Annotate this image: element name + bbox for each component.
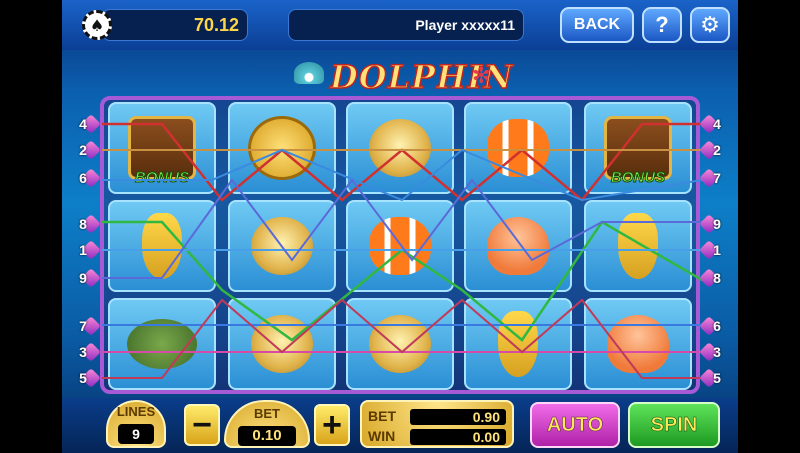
reel-cell: BONUS bbox=[584, 102, 692, 194]
lines-label: LINES bbox=[116, 404, 156, 419]
payline-marker-left: 1 bbox=[68, 240, 101, 260]
total-bet-value: 0.90 bbox=[410, 409, 506, 425]
payline-marker-right: 3 bbox=[699, 342, 732, 362]
reel-cell bbox=[228, 200, 336, 292]
reel-cell: BONUS bbox=[108, 102, 216, 194]
reel-cell bbox=[464, 200, 572, 292]
payline-marker-left: 3 bbox=[68, 342, 101, 362]
seahorse-icon bbox=[142, 213, 182, 279]
reel-cell bbox=[346, 200, 454, 292]
increase-bet-button[interactable]: + bbox=[314, 404, 350, 446]
pufferfish-icon bbox=[369, 119, 431, 177]
payline-marker-left: 4 bbox=[68, 114, 101, 134]
poker-chip-icon: ♠ bbox=[82, 10, 112, 40]
reel-cell bbox=[108, 200, 216, 292]
top-bar: 70.12 ♠ Player xxxxx11 BACK ? ⚙ bbox=[62, 0, 738, 50]
total-bet-label: BET bbox=[368, 408, 396, 424]
player-name: Player xxxxx11 bbox=[415, 17, 515, 33]
seahorse-icon bbox=[618, 213, 658, 279]
reel-cell bbox=[108, 298, 216, 390]
bet-label: BET bbox=[254, 406, 280, 421]
reel-cell bbox=[464, 298, 572, 390]
payline-marker-right: 1 bbox=[699, 240, 732, 260]
game-frame: 70.12 ♠ Player xxxxx11 BACK ? ⚙ DOLPHIN … bbox=[62, 0, 738, 453]
reel-cell bbox=[584, 200, 692, 292]
decrease-bet-button[interactable]: − bbox=[184, 404, 220, 446]
payline-marker-right: 6 bbox=[699, 316, 732, 336]
coral-icon: ✻ bbox=[472, 64, 491, 89]
payline-marker-left: 5 bbox=[68, 368, 101, 388]
reel-cell bbox=[346, 298, 454, 390]
back-button[interactable]: BACK bbox=[560, 7, 634, 43]
payline-marker-right: 9 bbox=[699, 214, 732, 234]
auto-button[interactable]: AUTO bbox=[530, 402, 620, 448]
gear-icon[interactable]: ⚙ bbox=[690, 7, 730, 43]
credit-value: 70.12 bbox=[193, 15, 239, 35]
payline-marker-left: 7 bbox=[68, 316, 101, 336]
win-label: WIN bbox=[368, 428, 396, 444]
gold-coin-icon bbox=[248, 116, 316, 180]
reel-cell bbox=[584, 298, 692, 390]
clownfish-icon bbox=[487, 119, 549, 177]
bonus-label: BONUS bbox=[134, 169, 190, 187]
lines-value: 9 bbox=[118, 424, 154, 444]
payline-marker-left: 6 bbox=[68, 168, 101, 188]
bet-value: 0.10 bbox=[238, 426, 296, 446]
payline-marker-left: 2 bbox=[68, 140, 101, 160]
reel-cell bbox=[228, 102, 336, 194]
bonus-label: BONUS bbox=[610, 169, 666, 187]
pufferfish-icon bbox=[251, 217, 313, 275]
sea-turtle-icon bbox=[127, 319, 197, 369]
shell-icon bbox=[294, 62, 324, 84]
payline-marker-right: 5 bbox=[699, 368, 732, 388]
clownfish-icon bbox=[369, 217, 431, 275]
credit-display: 70.12 bbox=[102, 9, 248, 41]
reel-cell bbox=[228, 298, 336, 390]
player-display: Player xxxxx11 bbox=[288, 9, 524, 41]
payline-marker-right: 7 bbox=[699, 168, 732, 188]
help-button[interactable]: ? bbox=[642, 7, 682, 43]
payline-marker-right: 4 bbox=[699, 114, 732, 134]
payline-marker-left: 8 bbox=[68, 214, 101, 234]
octopus-icon bbox=[487, 217, 549, 275]
payline-marker-left: 9 bbox=[68, 268, 101, 288]
pufferfish-icon bbox=[251, 315, 313, 373]
reel-cell bbox=[464, 102, 572, 194]
octopus-icon bbox=[607, 315, 669, 373]
seahorse-icon bbox=[498, 311, 538, 377]
payline-marker-right: 8 bbox=[699, 268, 732, 288]
payline-marker-right: 2 bbox=[699, 140, 732, 160]
reel-cell bbox=[346, 102, 454, 194]
pufferfish-icon bbox=[369, 315, 431, 373]
spin-button[interactable]: SPIN bbox=[628, 402, 720, 448]
win-value: 0.00 bbox=[410, 429, 506, 445]
